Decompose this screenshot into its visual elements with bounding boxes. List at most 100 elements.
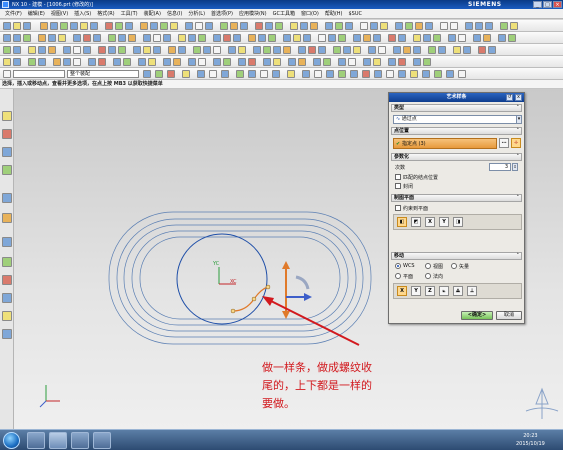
drafting-icon[interactable]: [498, 34, 506, 42]
datum-axis-icon[interactable]: [300, 22, 308, 30]
suppress-icon[interactable]: [213, 58, 221, 66]
clip-icon[interactable]: [333, 46, 341, 54]
ruled-icon[interactable]: [240, 22, 248, 30]
edge-blend-icon[interactable]: [140, 22, 148, 30]
section-icon[interactable]: [335, 22, 343, 30]
dialog-close-button[interactable]: x: [515, 94, 522, 101]
curve-rule-icon[interactable]: [197, 70, 205, 78]
fit-curve-icon[interactable]: [233, 34, 241, 42]
menu-toggle-icon[interactable]: [3, 70, 11, 78]
wireframe-icon[interactable]: [380, 22, 388, 30]
info-icon[interactable]: [453, 46, 461, 54]
pole-snap-icon[interactable]: [422, 70, 430, 78]
unite-icon[interactable]: [105, 22, 113, 30]
loop-curve-4[interactable]: [131, 230, 349, 326]
menu-preferences[interactable]: 首选项(P): [208, 10, 236, 17]
rotate-icon[interactable]: [415, 22, 423, 30]
expression-icon[interactable]: [118, 46, 126, 54]
export-icon[interactable]: [213, 46, 221, 54]
handle-z-arrow-down-icon[interactable]: [282, 311, 290, 319]
play-icon[interactable]: [163, 58, 171, 66]
assembly-navigator-icon[interactable]: [2, 111, 12, 121]
right-view-icon[interactable]: [273, 46, 281, 54]
move-layer-icon[interactable]: [13, 58, 21, 66]
menu-information[interactable]: 信息(I): [164, 10, 185, 17]
bridge-curve-icon[interactable]: [143, 34, 151, 42]
extrude-icon[interactable]: [50, 22, 58, 30]
revolve-icon[interactable]: [60, 22, 68, 30]
trimetric-view-icon[interactable]: [298, 46, 306, 54]
offset-face-icon[interactable]: [205, 22, 213, 30]
intersection-curve-icon[interactable]: [128, 34, 136, 42]
top-view-icon[interactable]: [263, 46, 271, 54]
work-layer-icon[interactable]: [38, 58, 46, 66]
degree-spinner[interactable]: ⇕: [512, 163, 518, 171]
selection-icon[interactable]: [3, 46, 11, 54]
curve-length-icon[interactable]: [188, 34, 196, 42]
spline-point-2[interactable]: [251, 296, 257, 302]
hide-icon[interactable]: [500, 22, 508, 30]
pattern-icon[interactable]: [255, 22, 263, 30]
drawing-plane-group-header[interactable]: 制图平面 ˄: [391, 194, 522, 202]
n-sided-icon[interactable]: [293, 34, 301, 42]
existing-point-snap-icon[interactable]: [374, 70, 382, 78]
center-circle[interactable]: [176, 233, 268, 325]
properties-icon[interactable]: [488, 46, 496, 54]
palette-icon[interactable]: [2, 311, 12, 321]
replace-face-icon[interactable]: [373, 34, 381, 42]
menu-window[interactable]: 窗口(O): [298, 10, 322, 17]
quick-pick-icon[interactable]: [403, 46, 411, 54]
select-all-icon[interactable]: [413, 46, 421, 54]
axis-x-button[interactable]: X: [397, 286, 407, 296]
handle-z-arrow-icon[interactable]: [282, 261, 290, 269]
stop-icon[interactable]: [173, 58, 181, 66]
analysis-icon[interactable]: [413, 34, 421, 42]
unsuppress-icon[interactable]: [223, 58, 231, 66]
taskbar-search-icon[interactable]: [27, 432, 45, 449]
visualization-tab-icon[interactable]: [2, 237, 12, 247]
thread-icon[interactable]: [275, 22, 283, 30]
scope-filter-select[interactable]: 整个装配: [67, 70, 139, 78]
taskbar-nx-icon[interactable]: [49, 432, 67, 449]
line-width-icon[interactable]: [73, 58, 81, 66]
sync-icon[interactable]: [138, 58, 146, 66]
visualization-icon[interactable]: [343, 46, 351, 54]
perspective-icon[interactable]: [368, 46, 376, 54]
fit-icon[interactable]: [395, 22, 403, 30]
handle-x-arrow-icon[interactable]: [304, 293, 312, 301]
sheet-metal-icon[interactable]: [423, 58, 431, 66]
wcs-icon[interactable]: [28, 46, 36, 54]
curve-snap-icon[interactable]: [458, 70, 466, 78]
body-select-icon[interactable]: [221, 70, 229, 78]
macro-icon[interactable]: [168, 46, 176, 54]
taskbar-clock[interactable]: 20:23 2015/10/19: [516, 432, 545, 448]
move-vector-radio[interactable]: [451, 263, 457, 269]
weld-icon[interactable]: [398, 58, 406, 66]
ok-button[interactable]: <确定>: [461, 311, 493, 320]
extract-icon[interactable]: [318, 34, 326, 42]
curvature-icon[interactable]: [423, 34, 431, 42]
specify-points-row[interactable]: ✔ 指定点 (3): [393, 138, 497, 149]
delay-update-icon[interactable]: [298, 58, 306, 66]
type-dropdown-icon[interactable]: ▾: [516, 115, 522, 124]
cancel-button[interactable]: 取消: [496, 311, 522, 320]
routing-icon[interactable]: [413, 58, 421, 66]
new-icon[interactable]: [3, 22, 11, 30]
copy-layer-icon[interactable]: [28, 58, 36, 66]
iso-view-icon[interactable]: [283, 46, 291, 54]
dialog-reset-button[interactable]: ↺: [506, 94, 513, 101]
feature-playback-icon[interactable]: [188, 58, 196, 66]
roles-icon[interactable]: [153, 46, 161, 54]
constrain-plane-checkbox[interactable]: [395, 205, 401, 211]
arc-icon[interactable]: [13, 34, 21, 42]
axis-z-button[interactable]: Z: [425, 286, 435, 296]
move-feature-icon[interactable]: [273, 58, 281, 66]
swept-icon[interactable]: [230, 22, 238, 30]
ellipse-icon[interactable]: [58, 34, 66, 42]
type-group-header[interactable]: 类型 ˄: [391, 104, 522, 112]
dynamic-wcs-icon[interactable]: [48, 46, 56, 54]
move-view-radio[interactable]: [425, 263, 431, 269]
mfg-icon[interactable]: [508, 34, 516, 42]
closed-checkbox[interactable]: [395, 183, 401, 189]
edit-parameters-icon[interactable]: [248, 58, 256, 66]
